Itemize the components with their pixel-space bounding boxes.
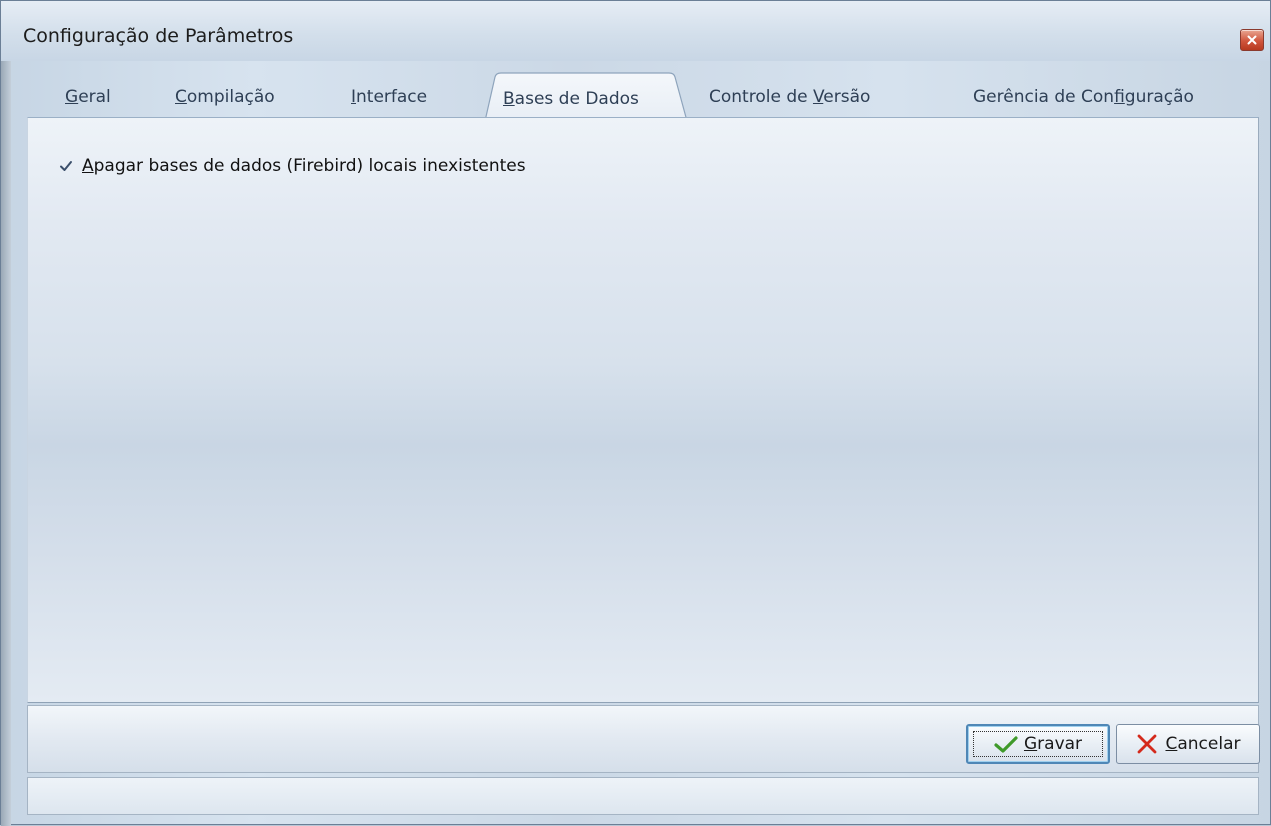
close-button[interactable] <box>1240 29 1264 51</box>
save-button-label: Gravar <box>1023 734 1083 754</box>
save-button[interactable]: Gravar <box>966 724 1110 764</box>
tab-bases-de-dados[interactable]: Bases de Dados <box>503 73 639 119</box>
tab-hotkey: C <box>175 87 187 107</box>
tab-strip: Geral Compilação Interface Bases de Dado… <box>25 65 1261 121</box>
tab-gerencia-de-configuracao[interactable]: Gerência de Configuração <box>973 87 1194 115</box>
x-icon <box>1135 732 1159 756</box>
cancel-button-label: Cancelar <box>1165 734 1241 754</box>
checkbox-hotkey: A <box>82 156 94 176</box>
button-bar: Gravar Cancelar <box>27 705 1260 773</box>
status-bar <box>27 777 1259 815</box>
checkbox-check-icon[interactable] <box>58 158 74 174</box>
tab-geral[interactable]: Geral <box>65 87 111 115</box>
tab-hotkey: V <box>812 87 824 107</box>
tab-hotkey: G <box>65 87 79 107</box>
close-icon <box>1247 35 1257 45</box>
tab-hotkey: f <box>1114 87 1125 107</box>
tab-controle-de-versao[interactable]: Controle de Versão <box>709 87 870 115</box>
cancel-button[interactable]: Cancelar <box>1116 724 1260 764</box>
tab-interface[interactable]: Interface <box>351 87 427 115</box>
tab-hotkey: B <box>503 89 515 109</box>
title-bar[interactable]: Configuração de Parâmetros <box>1 1 1270 61</box>
dialog-window: Configuração de Parâmetros Geral Compila… <box>0 0 1271 826</box>
delete-local-databases-checkbox[interactable]: Apagar bases de dados (Firebird) locais … <box>58 156 526 176</box>
tab-compilacao[interactable]: Compilação <box>175 87 275 115</box>
checkmark-icon <box>994 735 1018 753</box>
window-title: Configuração de Parâmetros <box>23 25 294 47</box>
checkbox-label: Apagar bases de dados (Firebird) locais … <box>82 156 526 176</box>
tab-panel-bases-de-dados: Apagar bases de dados (Firebird) locais … <box>27 117 1259 703</box>
window-left-border <box>1 61 11 826</box>
